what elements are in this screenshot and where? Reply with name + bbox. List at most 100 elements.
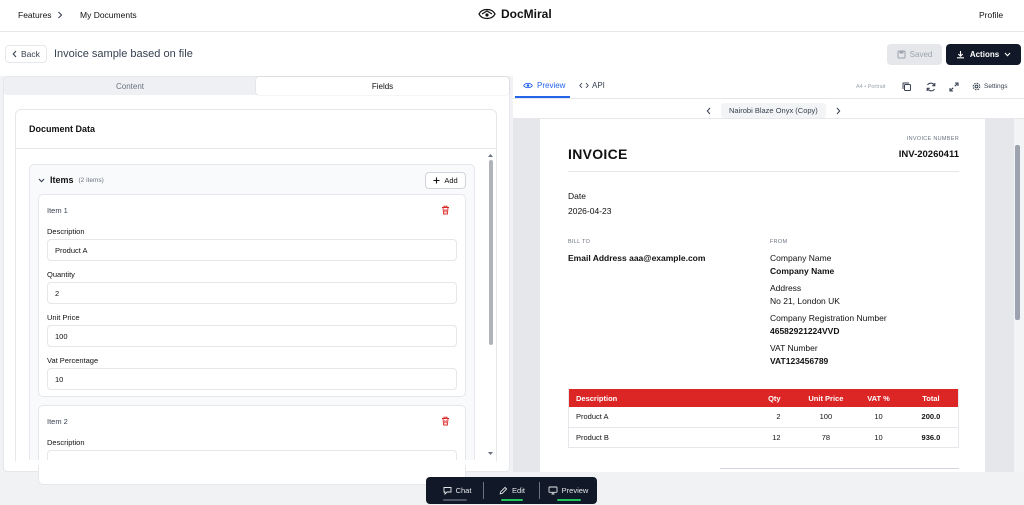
chat-indicator xyxy=(443,499,467,501)
items-title: Items xyxy=(50,175,74,185)
pencil-icon xyxy=(499,486,508,495)
table-cell: 78 xyxy=(798,427,854,448)
items-header[interactable]: Items (2 items) xyxy=(38,175,104,185)
description-input[interactable] xyxy=(47,450,457,460)
chevron-left-icon xyxy=(12,50,17,58)
trash-icon[interactable] xyxy=(441,205,450,215)
table-header: Unit Price xyxy=(798,389,854,407)
date-label: Date xyxy=(568,191,586,201)
company-name-label: Company Name xyxy=(770,253,832,263)
table-cell: 2 xyxy=(708,407,799,428)
item-title: Item 2 xyxy=(47,417,68,426)
actions-button[interactable]: Actions xyxy=(946,44,1021,65)
brand-logo[interactable]: DocMiral xyxy=(478,7,552,21)
field-label: Description xyxy=(47,227,85,236)
table-cell: 10 xyxy=(853,427,904,448)
invoice-number: INV-20260411 xyxy=(898,149,959,160)
edit-label: Edit xyxy=(512,486,525,495)
chevron-left-icon[interactable] xyxy=(706,107,711,115)
tabs-divider xyxy=(513,98,1024,99)
table-cell: 200.0 xyxy=(903,407,959,428)
vat-percentage-input[interactable]: 10 xyxy=(47,368,457,390)
table-header: Description xyxy=(567,389,709,407)
table-row: Product A 2 100 10 200.0 xyxy=(567,407,959,428)
field-label: Quantity xyxy=(47,270,75,279)
api-tab-label: API xyxy=(592,81,605,90)
chat-label: Chat xyxy=(455,486,472,495)
item-card xyxy=(38,405,466,485)
table-header: VAT % xyxy=(853,389,904,407)
back-label: Back xyxy=(21,49,40,59)
field-label: Description xyxy=(47,438,85,447)
invoice-number-label: INVOICE NUMBER xyxy=(906,136,959,142)
tab-content[interactable]: Content xyxy=(4,77,256,95)
vat-number-label: VAT Number xyxy=(770,343,818,353)
quantity-input[interactable]: 2 xyxy=(47,282,457,304)
save-icon xyxy=(897,50,906,59)
plus-icon xyxy=(433,177,440,184)
document-title: Invoice sample based on file xyxy=(54,48,193,60)
bill-to-value: Email Address aaa@example.com xyxy=(568,253,706,263)
registration-label: Company Registration Number xyxy=(770,313,887,323)
registration-value: 46582921224VVD xyxy=(770,326,840,336)
description-input[interactable]: Product A xyxy=(47,239,457,261)
scrollbar-thumb[interactable] xyxy=(489,160,493,345)
preview-tab-label: Preview xyxy=(537,81,566,90)
copy-icon[interactable] xyxy=(901,81,913,93)
totals-divider xyxy=(720,468,959,469)
code-icon xyxy=(579,82,589,89)
profile-link[interactable]: Profile xyxy=(979,10,1003,20)
table-cell: 100 xyxy=(798,407,854,428)
company-name-value: Company Name xyxy=(770,266,835,276)
refresh-icon[interactable] xyxy=(925,81,937,93)
gear-icon xyxy=(972,82,981,91)
nav-features-label: Features xyxy=(18,10,52,20)
chevron-right-icon[interactable] xyxy=(836,107,841,115)
preview-scrollbar-thumb[interactable] xyxy=(1015,145,1020,320)
download-icon xyxy=(956,50,965,59)
table-row: Product B 12 78 10 936.0 xyxy=(567,427,959,448)
date-value: 2026-04-23 xyxy=(568,206,612,216)
document-data-title: Document Data xyxy=(29,124,96,134)
table-header: Total xyxy=(903,389,959,407)
trash-icon[interactable] xyxy=(441,416,450,426)
back-button[interactable]: Back xyxy=(5,45,47,63)
toolbar-separator xyxy=(483,482,484,499)
field-label: Unit Price xyxy=(47,313,80,322)
tab-fields[interactable]: Fields xyxy=(256,77,509,95)
unit-price-input[interactable]: 100 xyxy=(47,325,457,347)
vat-number-value: VAT123456789 xyxy=(770,356,829,366)
invoice-title: INVOICE xyxy=(568,146,628,162)
items-count: (2 items) xyxy=(78,176,104,184)
monitor-icon xyxy=(548,486,558,495)
settings-label: Settings xyxy=(984,83,1008,90)
table-header: Qty xyxy=(708,389,799,407)
preview-label: Preview xyxy=(561,486,589,495)
table-cell: 12 xyxy=(708,427,799,448)
saved-button[interactable]: Saved xyxy=(887,44,942,65)
address-label: Address xyxy=(770,283,802,293)
template-switcher: Nairobi Blaze Onyx (Copy) xyxy=(706,103,841,118)
add-label: Add xyxy=(444,176,458,185)
address-value: No 21, London UK xyxy=(770,296,840,306)
nav-my-documents[interactable]: My Documents xyxy=(80,10,137,20)
chevron-down-icon xyxy=(1004,52,1011,57)
field-label: Vat Percentage xyxy=(47,356,99,365)
tab-api[interactable]: API xyxy=(579,81,605,90)
nav-features[interactable]: Features xyxy=(18,10,63,20)
from-label: FROM xyxy=(770,239,788,245)
expand-icon[interactable] xyxy=(948,81,960,93)
actions-label: Actions xyxy=(969,50,1000,59)
section-divider xyxy=(16,148,496,149)
tab-preview[interactable]: Preview xyxy=(523,81,565,90)
settings-button[interactable]: Settings xyxy=(972,82,1008,91)
chevron-right-icon xyxy=(57,11,63,19)
eye-icon xyxy=(523,82,533,89)
add-item-button[interactable]: Add xyxy=(425,172,466,189)
table-cell: Product A xyxy=(567,407,709,428)
bill-to-label: BILL TO xyxy=(568,239,591,245)
table-cell: 936.0 xyxy=(903,427,959,448)
template-name[interactable]: Nairobi Blaze Onyx (Copy) xyxy=(721,103,826,118)
preview-indicator xyxy=(557,499,581,501)
item-title: Item 1 xyxy=(47,206,68,215)
